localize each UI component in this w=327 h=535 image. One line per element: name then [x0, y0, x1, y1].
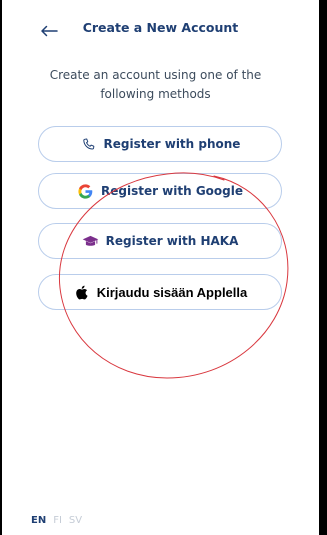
page-subtitle: Create an account using one of the follo…	[49, 68, 262, 101]
register-google-label: Register with Google	[100, 184, 244, 198]
register-haka-label: Register with HAKA	[105, 234, 239, 248]
google-icon	[77, 182, 95, 200]
register-phone-label: Register with phone	[103, 137, 241, 151]
register-haka-button[interactable]: Register with HAKA	[38, 223, 282, 259]
graduation-cap-icon	[82, 232, 100, 250]
language-fi[interactable]: FI	[53, 515, 62, 526]
language-en[interactable]: EN	[31, 515, 46, 526]
apple-icon	[73, 283, 91, 301]
register-apple-label: Kirjaudu sisään Applella	[96, 284, 248, 300]
phone-icon	[80, 135, 98, 153]
app-screen: Create a New Account Create an account u…	[0, 0, 327, 535]
language-switcher: EN FI SV	[31, 515, 82, 526]
language-sv[interactable]: SV	[69, 515, 82, 526]
page-title: Create a New Account	[82, 20, 239, 35]
register-google-button[interactable]: Register with Google	[38, 173, 282, 209]
register-apple-button[interactable]: Kirjaudu sisään Applella	[38, 274, 282, 310]
register-phone-button[interactable]: Register with phone	[38, 126, 282, 162]
header: Create a New Account	[2, 16, 319, 46]
